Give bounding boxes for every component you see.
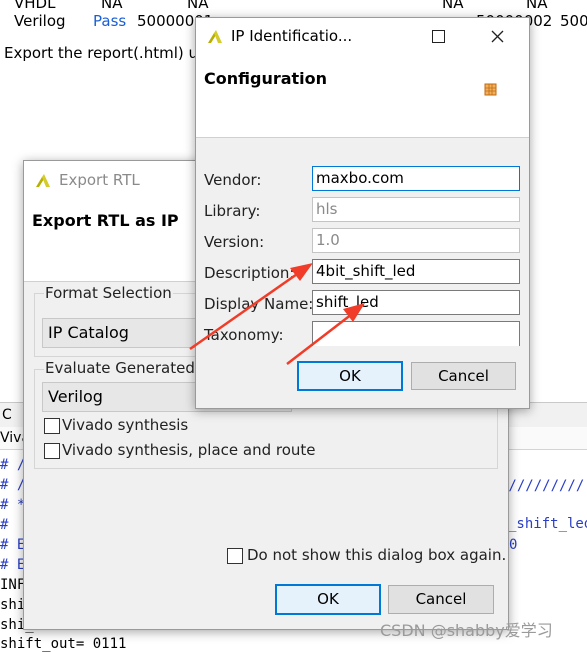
arrow-to-display-name-icon xyxy=(286,303,365,365)
watermark: CSDN @shabby爱学习 xyxy=(380,621,553,640)
annotation-arrows xyxy=(189,263,365,365)
arrow-to-description-icon xyxy=(189,263,313,351)
